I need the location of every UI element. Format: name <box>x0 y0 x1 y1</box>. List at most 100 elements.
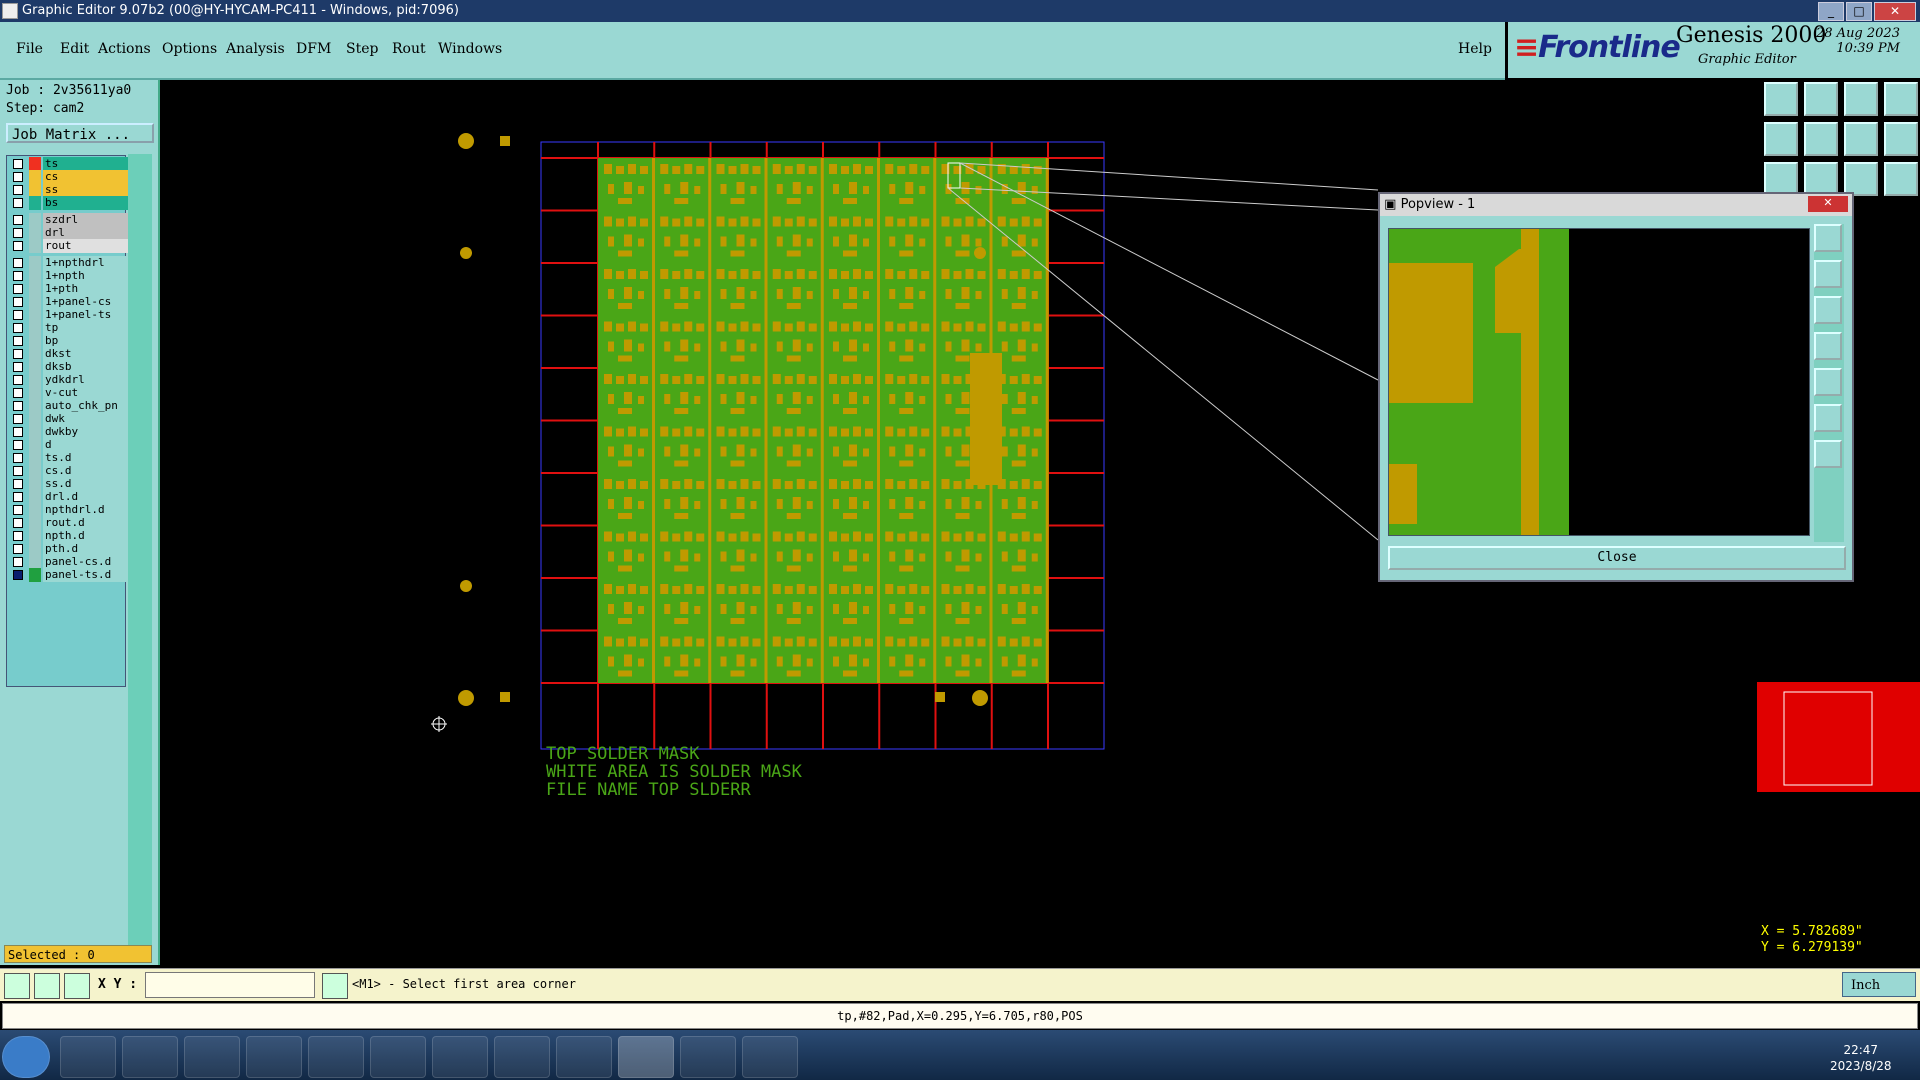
tool-button[interactable] <box>1764 162 1798 196</box>
layer-row-ts.d[interactable]: ts.d <box>9 451 129 465</box>
layer-name[interactable]: bp <box>43 334 129 348</box>
layer-name[interactable]: npth.d <box>43 529 129 543</box>
notepad-icon[interactable] <box>122 1036 178 1078</box>
tool-button[interactable] <box>1884 82 1918 116</box>
genesis-icon[interactable] <box>618 1036 674 1078</box>
layer-name[interactable]: 1+pth <box>43 282 129 296</box>
layer-row-drl[interactable]: drl <box>9 226 129 240</box>
minimize-button[interactable]: _ <box>1818 2 1844 21</box>
popview-close-x[interactable]: ✕ <box>1808 196 1848 212</box>
layer-row-bs[interactable]: bs <box>9 196 129 210</box>
layer-checkbox[interactable] <box>13 401 23 411</box>
layer-row-npth.d[interactable]: npth.d <box>9 529 129 543</box>
layer-checkbox[interactable] <box>13 388 23 398</box>
layer-row-cs.d[interactable]: cs.d <box>9 464 129 478</box>
layer-checkbox[interactable] <box>13 185 23 195</box>
popview-tool-button[interactable] <box>1814 260 1842 288</box>
popview-tool-button[interactable] <box>1814 404 1842 432</box>
layer-row-panel-ts.d[interactable]: panel-ts.d <box>9 568 129 582</box>
xy-input[interactable] <box>145 972 315 998</box>
layer-row-ts[interactable]: ts <box>9 157 129 171</box>
start-button[interactable] <box>2 1036 50 1078</box>
layer-row-panel-cs.d[interactable]: panel-cs.d <box>9 555 129 569</box>
layer-row-1+npthdrl[interactable]: 1+npthdrl <box>9 256 129 270</box>
layer-checkbox[interactable] <box>13 414 23 424</box>
layer-name[interactable]: dwk <box>43 412 129 426</box>
layer-row-dksb[interactable]: dksb <box>9 360 129 374</box>
popview-canvas[interactable] <box>1388 228 1810 536</box>
word-icon[interactable] <box>370 1036 426 1078</box>
layer-row-drl.d[interactable]: drl.d <box>9 490 129 504</box>
close-window-button[interactable]: ✕ <box>1874 2 1916 21</box>
menu-rout[interactable]: Rout <box>392 41 426 57</box>
tool-button[interactable] <box>1804 82 1838 116</box>
menu-actions[interactable]: Actions <box>98 41 151 57</box>
layer-checkbox[interactable] <box>13 570 23 580</box>
layer-name[interactable]: tp <box>43 321 129 335</box>
layer-row-v-cut[interactable]: v-cut <box>9 386 129 400</box>
layer-name[interactable]: ts <box>43 157 129 171</box>
layer-row-szdrl[interactable]: szdrl <box>9 213 129 227</box>
tool-button[interactable] <box>1844 82 1878 116</box>
layer-checkbox[interactable] <box>13 323 23 333</box>
layer-name[interactable]: dwkby <box>43 425 129 439</box>
layer-name[interactable]: rout <box>43 239 129 253</box>
layer-checkbox[interactable] <box>13 172 23 182</box>
clock[interactable]: 22:47 2023/8/28 <box>1830 1042 1892 1074</box>
layer-row-pth.d[interactable]: pth.d <box>9 542 129 556</box>
layer-checkbox[interactable] <box>13 466 23 476</box>
measure-icon[interactable] <box>34 973 60 999</box>
layer-row-1+panel-cs[interactable]: 1+panel-cs <box>9 295 129 309</box>
layer-name[interactable]: panel-ts.d <box>43 568 129 582</box>
layer-checkbox[interactable] <box>13 336 23 346</box>
popview-tool-button[interactable] <box>1814 224 1842 252</box>
layer-checkbox[interactable] <box>13 557 23 567</box>
layer-row-dkst[interactable]: dkst <box>9 347 129 361</box>
eye-app-icon[interactable] <box>556 1036 612 1078</box>
tool-button[interactable] <box>1764 122 1798 156</box>
layer-checkbox[interactable] <box>13 362 23 372</box>
job-matrix-button[interactable]: Job Matrix ... <box>6 123 154 143</box>
layer-row-npthdrl.d[interactable]: npthdrl.d <box>9 503 129 517</box>
tool-button[interactable] <box>1804 162 1838 196</box>
layer-checkbox[interactable] <box>13 198 23 208</box>
layer-name[interactable]: pth.d <box>43 542 129 556</box>
layer-checkbox[interactable] <box>13 215 23 225</box>
tool-button[interactable] <box>1764 82 1798 116</box>
layer-name[interactable]: ss.d <box>43 477 129 491</box>
layer-checkbox[interactable] <box>13 258 23 268</box>
layer-row-auto_chk_pn[interactable]: auto_chk_pn <box>9 399 129 413</box>
layer-row-ss[interactable]: ss <box>9 183 129 197</box>
layer-name[interactable]: npthdrl.d <box>43 503 129 517</box>
layer-name[interactable]: rout.d <box>43 516 129 530</box>
menu-windows[interactable]: Windows <box>438 41 502 57</box>
eye-app2-icon[interactable] <box>680 1036 736 1078</box>
layer-checkbox[interactable] <box>13 440 23 450</box>
layer-name[interactable]: 1+npthdrl <box>43 256 129 270</box>
layer-checkbox[interactable] <box>13 297 23 307</box>
layer-checkbox[interactable] <box>13 518 23 528</box>
layer-scrollbar[interactable] <box>128 154 152 954</box>
grid-icon[interactable] <box>64 973 90 999</box>
layer-checkbox[interactable] <box>13 479 23 489</box>
publisher-icon[interactable] <box>308 1036 364 1078</box>
layer-row-dwk[interactable]: dwk <box>9 412 129 426</box>
navigator-view[interactable] <box>1757 600 1920 920</box>
layer-checkbox[interactable] <box>13 271 23 281</box>
layer-row-1+npth[interactable]: 1+npth <box>9 269 129 283</box>
maximize-button[interactable]: □ <box>1846 2 1872 21</box>
flash-app-icon[interactable] <box>184 1036 240 1078</box>
layer-row-rout.d[interactable]: rout.d <box>9 516 129 530</box>
pdf-icon[interactable] <box>494 1036 550 1078</box>
layer-checkbox[interactable] <box>13 284 23 294</box>
popview-tool-button[interactable] <box>1814 368 1842 396</box>
menu-edit[interactable]: Edit <box>60 41 89 57</box>
layer-row-tp[interactable]: tp <box>9 321 129 335</box>
layer-row-ss.d[interactable]: ss.d <box>9 477 129 491</box>
layer-name[interactable]: ss <box>43 183 129 197</box>
layer-checkbox[interactable] <box>13 531 23 541</box>
layer-name[interactable]: drl.d <box>43 490 129 504</box>
tool-button[interactable] <box>1884 122 1918 156</box>
layer-name[interactable]: cs <box>43 170 129 184</box>
layer-row-dwkby[interactable]: dwkby <box>9 425 129 439</box>
